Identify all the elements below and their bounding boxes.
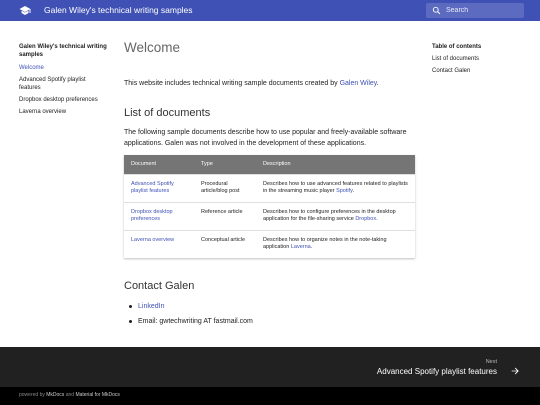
column-header-description: Description (256, 155, 415, 174)
toc-item-list-of-documents[interactable]: List of documents (432, 55, 522, 63)
spotify-link[interactable]: Spotify (336, 188, 352, 194)
intro-suffix: . (376, 80, 379, 87)
dropbox-link[interactable]: Dropbox (355, 216, 376, 222)
next-label: Next (485, 359, 497, 365)
powered-by-text: powered by MkDocs and Material for MkDoc… (19, 392, 120, 398)
toc-item-contact-galen[interactable]: Contact Galen (432, 67, 522, 75)
spotify-doc-link[interactable]: Advanced Spotify playlist features (131, 181, 174, 195)
table-row: Advanced Spotify playlist features Proce… (124, 173, 415, 202)
sidebar-item-spotify[interactable]: Advanced Spotify playlist features (19, 76, 107, 92)
column-header-type: Type (194, 155, 256, 174)
sidebar-item-dropbox[interactable]: Dropbox desktop preferences (19, 96, 107, 104)
description-suffix: . (310, 244, 313, 250)
linkedin-link[interactable]: LinkedIn (138, 303, 164, 310)
list-of-documents-heading: List of documents (124, 107, 211, 119)
main-content: Welcome This website includes technical … (124, 40, 416, 258)
dropbox-doc-link[interactable]: Dropbox desktop preferences (131, 209, 173, 223)
sidebar-item-laverna[interactable]: Laverna overview (19, 108, 107, 116)
sidebar-nav: Galen Wiley's technical writing samples … (19, 43, 107, 120)
table-cell-description: Describes how to use advanced features r… (256, 173, 415, 202)
search-icon (432, 6, 441, 15)
search-input[interactable] (446, 4, 520, 17)
powered-by-prefix: powered by (19, 392, 47, 398)
page-title: Welcome (124, 40, 181, 55)
laverna-link[interactable]: Laverna (291, 244, 311, 250)
description-suffix: . (376, 216, 378, 222)
laverna-doc-link[interactable]: Laverna overview (131, 237, 174, 243)
site-title: Galen Wiley's technical writing samples (44, 5, 193, 15)
table-header-row: Document Type Description (124, 155, 415, 174)
galen-wiley-link[interactable]: Galen Wiley (340, 80, 377, 87)
table-of-contents: Table of contents List of documents Cont… (432, 43, 522, 79)
intro-text: This website includes technical writing … (124, 80, 340, 87)
table-cell-type: Reference article (194, 201, 256, 230)
table-cell-type: Conceptual article (194, 229, 256, 258)
sidebar-item-welcome[interactable]: Welcome (19, 64, 107, 72)
documents-table: Document Type Description Advanced Spoti… (124, 155, 415, 258)
description-text: Describes how to organize notes in the n… (263, 236, 387, 251)
list-item: LinkedIn (129, 299, 253, 314)
arrow-right-icon[interactable] (510, 366, 520, 376)
powered-by-and: and (64, 392, 76, 398)
table-cell-description: Describes how to organize notes in the n… (256, 229, 415, 258)
mkdocs-link[interactable]: MkDocs (46, 392, 64, 398)
contact-heading: Contact Galen (124, 280, 195, 292)
toc-title: Table of contents (432, 44, 482, 50)
search-box[interactable] (426, 3, 524, 18)
contact-list: LinkedIn Email: gwtechwriting AT fastmai… (129, 299, 253, 329)
table-row: Laverna overview Conceptual article Desc… (124, 229, 415, 258)
next-page-title[interactable]: Advanced Spotify playlist features (377, 367, 497, 376)
column-header-document: Document (124, 155, 194, 174)
footer-meta: powered by MkDocs and Material for MkDoc… (0, 387, 540, 405)
table-row: Dropbox desktop preferences Reference ar… (124, 201, 415, 230)
header-bar: Galen Wiley's technical writing samples (0, 0, 540, 21)
table-cell-type: Procedural article/blog post (194, 173, 256, 202)
intro-paragraph: This website includes technical writing … (124, 78, 416, 89)
graduation-cap-icon[interactable] (19, 5, 31, 16)
description-suffix: . (352, 188, 354, 194)
nav-title: Galen Wiley's technical writing samples (19, 44, 107, 58)
footer-next-link[interactable]: Next Advanced Spotify playlist features (0, 347, 540, 387)
material-mkdocs-link[interactable]: Material for MkDocs (75, 392, 119, 398)
contact-email: Email: gwtechwriting AT fastmail.com (129, 314, 253, 329)
table-cell-description: Describes how to configure preferences i… (256, 201, 415, 230)
documents-description: The following sample documents describe … (124, 129, 407, 147)
